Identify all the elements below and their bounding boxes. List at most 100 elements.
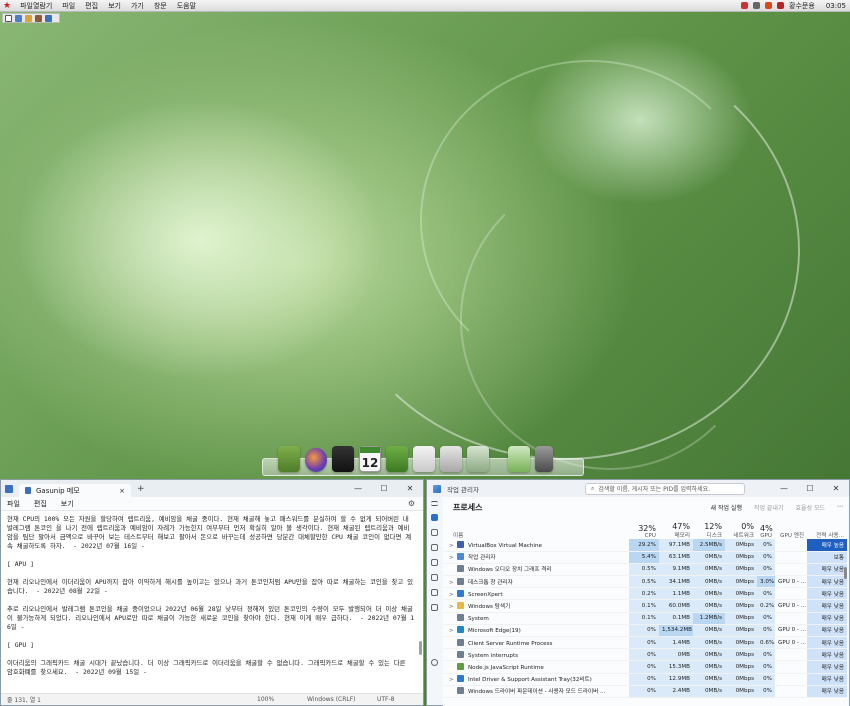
settings-gear-icon[interactable] [430,659,438,666]
close-button[interactable]: ✕ [823,480,849,497]
menu-file-browser[interactable]: 파일열람기 [15,0,57,12]
tool-icon[interactable] [35,14,42,22]
disk-manager-icon[interactable] [508,446,530,472]
expand-chevron-icon[interactable]: > [449,580,455,586]
table-row[interactable]: Client Server Runtime Process 0% 1.4MB 0MB/… [443,636,847,650]
notepad-statusbar: 줄 131, 열 1 100% Windows (CRLF) UTF-8 [1,693,423,705]
services-icon[interactable] [430,604,438,611]
details-icon[interactable] [430,589,438,596]
folder-icon[interactable] [278,446,300,472]
settings-gear-icon[interactable]: ⚙ [408,499,415,508]
clock[interactable]: 03:05 [826,2,846,10]
expand-chevron-icon[interactable]: > [449,677,455,683]
menu-view[interactable]: 보기 [103,0,126,12]
tab-close-icon[interactable]: × [119,487,125,495]
maximize-button[interactable]: ☐ [371,480,397,497]
hamburger-menu-icon[interactable] [430,501,438,506]
task-manager-logo-icon [433,484,441,493]
menu-view[interactable]: 보기 [61,499,74,509]
column-name[interactable]: 이름 [443,517,629,539]
maximize-button[interactable]: ☐ [797,480,823,497]
menu-file[interactable]: 파일 [7,499,20,509]
table-row[interactable]: > 데스크톱 창 관리자 0.5% 34.1MB 0MB/s 0Mbps 3.0% GPU 0… [443,575,847,589]
cpu-cell: 29.2% [629,539,659,552]
table-row[interactable]: > ScreenXpert 0.2% 1.1MB 0MB/s 0Mbps 0% 매우 낮음 [443,587,847,601]
globe-browser-icon[interactable] [305,448,327,472]
table-row[interactable]: > Microsoft Edge(19) 0% 1,534.2MB 0MB/s 0Mbps… [443,624,847,638]
process-name: System [468,616,489,623]
table-row[interactable]: Windows 드라이버 파운데이션 - 사용자 모드 드라이버 ... 0% 2.… [443,685,847,698]
mail-icon[interactable] [413,446,435,472]
network-cell: 0Mbps [725,599,757,613]
minimize-button[interactable]: — [345,480,371,497]
menu-go[interactable]: 가기 [126,0,149,12]
more-options-icon[interactable]: ⋯ [837,503,843,512]
search-input[interactable]: ⌕ 검색할 이름, 게시자 또는 PID를 입력하세요. [584,482,745,495]
table-row[interactable]: > VirtualBox Virtual Machine 29.2% 97.1MB 2.… [443,539,847,552]
close-button[interactable]: ✕ [397,480,423,497]
table-row[interactable]: > Windows 탐색기 0.1% 60.0MB 0MB/s 0Mbps 0.2% GPU … [443,599,847,613]
calculator-icon[interactable] [440,446,462,472]
end-task-button[interactable]: 작업 끝내기 [754,503,784,512]
column-network[interactable]: 0% 네트워크 [725,517,757,539]
book-icon[interactable] [15,14,22,22]
monitor-icon[interactable] [45,14,52,22]
power-icon[interactable] [777,2,785,9]
system-settings-icon[interactable] [467,446,489,472]
paint-icon[interactable] [25,14,32,22]
process-app-icon [457,577,464,585]
expand-chevron-icon[interactable]: > [449,543,455,549]
video-clapper-icon[interactable] [332,446,354,472]
process-app-icon [457,687,464,695]
column-power-usage[interactable]: 전력 사용... [807,517,847,539]
menu-edit[interactable]: 편집 [34,499,47,509]
processes-icon[interactable] [430,514,438,521]
new-tab-button[interactable]: + [137,484,145,494]
efficiency-mode-button[interactable]: 효율성 모드 [795,503,825,512]
scrollbar-thumb[interactable] [844,567,847,579]
column-cpu[interactable]: 32% CPU [629,517,659,539]
process-name: System interrupts [468,652,519,659]
trash-icon[interactable] [535,446,553,472]
network-icon[interactable] [741,2,749,9]
notepad-text-area[interactable]: 현재 CPU의 100% 모든 자원을 할당하여 렙트리움, 예비암을 채굴 중… [1,511,423,692]
users-icon[interactable] [430,574,438,581]
disk-cell: 0MB/s [693,685,725,698]
table-row[interactable]: System interrupts 0% 0MB 0MB/s 0Mbps 0% 매우 낮음 [443,648,847,662]
column-memory[interactable]: 47% 메모리 [659,517,693,539]
tray-user-label[interactable]: 황수문용 [789,1,815,11]
table-row[interactable]: Node.js JavaScript Runtime 0% 15.3MB 0MB/s 0… [443,660,847,674]
column-gpu-engine[interactable]: GPU 엔진 [775,517,807,539]
table-header-row: 이름 32% CPU 47% 메모리 12% 디스크 0% 네트워크 4% GPU GPU… [443,517,847,539]
table-row[interactable]: > 작업 관리자 5.4% 63.1MB 0MB/s 0Mbps 0% 보통 [443,551,847,564]
calendar-icon[interactable]: 12 [359,446,381,472]
table-row[interactable]: > Intel Driver & Support Assistant Tray(3… [443,673,847,686]
menu-file[interactable]: 파일 [57,0,80,12]
performance-icon[interactable] [430,529,438,536]
red-star-icon[interactable]: ★ [3,1,11,11]
expand-chevron-icon[interactable]: > [449,555,455,561]
expand-chevron-icon[interactable]: > [449,628,455,634]
expand-chevron-icon[interactable]: > [449,592,455,598]
disk-cell: 2.5MB/s [693,539,725,552]
contacts-icon[interactable] [386,446,408,472]
table-row[interactable]: System 0.1% 0.1MB 1.2MB/s 0Mbps 0% 매우 낮음 [443,612,847,625]
minimize-button[interactable]: — [771,480,797,497]
action-toolbar: 새 작업 실행 작업 끝내기 효율성 모드 ⋯ [711,503,849,512]
menu-edit[interactable]: 편집 [80,0,103,12]
menu-help[interactable]: 도움말 [172,0,201,12]
column-gpu[interactable]: 4% GPU [757,517,775,539]
scrollbar-thumb[interactable] [419,641,422,655]
menu-window[interactable]: 창문 [149,0,172,12]
expand-chevron-icon[interactable]: > [449,604,455,610]
startup-apps-icon[interactable] [430,559,438,566]
app-history-icon[interactable] [430,544,438,551]
memory-cell: 12.9MB [659,673,693,686]
column-disk[interactable]: 12% 디스크 [693,517,725,539]
run-new-task-button[interactable]: 새 작업 실행 [711,503,742,512]
table-row[interactable]: Windows 오디오 장치 그래프 격리 0.5% 9.1MB 0MB/s 0Mbps… [443,563,847,577]
volume-icon[interactable] [753,2,761,9]
font-icon[interactable] [5,14,12,22]
flame-icon[interactable] [765,2,773,9]
notepad-tab[interactable]: Gasunip 메모 × [19,484,131,497]
